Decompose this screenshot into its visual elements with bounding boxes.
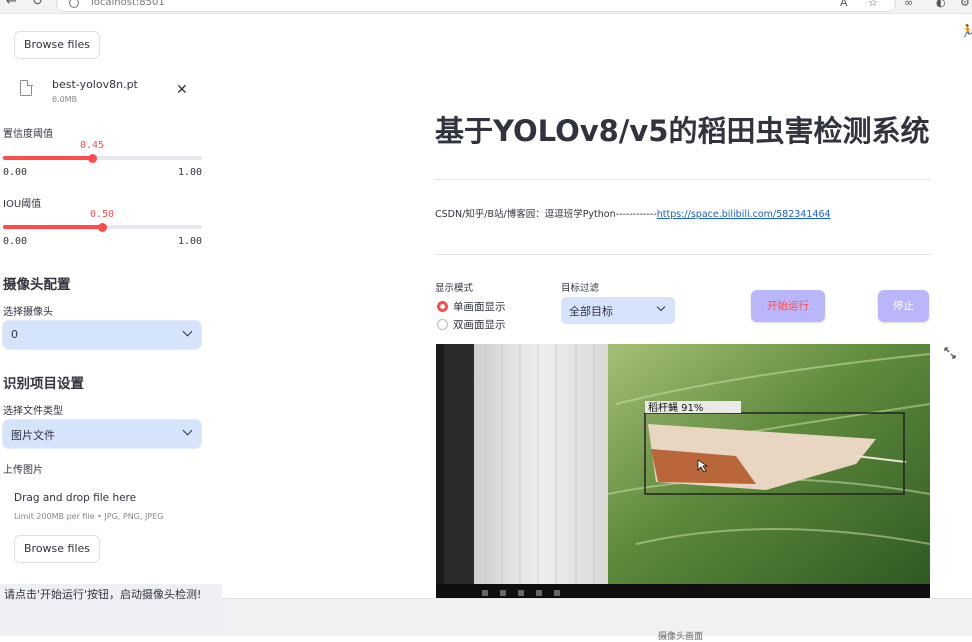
iou-threshold-slider[interactable]	[3, 222, 202, 232]
extensions-icon[interactable]: ∞	[904, 0, 913, 9]
conf-threshold-value: 0.45	[80, 140, 105, 151]
target-filter-value: 全部目标	[569, 305, 613, 318]
radio-dual-view[interactable]	[437, 319, 448, 330]
file-size: 6.0MB	[52, 95, 78, 104]
radio-dual-view-label[interactable]: 双画面显示	[453, 317, 506, 332]
radio-single-view[interactable]	[437, 301, 448, 312]
file-type-label: 选择文件类型	[3, 406, 63, 417]
profile-icon[interactable]: ◐	[936, 0, 946, 9]
caption-bar: 摄像头画面	[222, 598, 972, 642]
slider-max-label: 1.00	[178, 236, 203, 247]
info-alert: 请点击'开始运行'按钮，启动摄像头检测!	[0, 584, 222, 636]
iou-threshold-value: 0.50	[90, 209, 115, 220]
chevron-down-icon	[182, 326, 193, 337]
site-info-icon[interactable]	[69, 0, 79, 8]
dropzone-hint: Limit 200MB per file • JPG, PNG, JPEG	[14, 512, 164, 521]
browser-toolbar: ← ↻ localhost:8501 A ☆ ∞ ◐ ⚙	[0, 0, 972, 14]
camera-image: 稻杆蝇 91%	[436, 344, 930, 622]
slider-thumb[interactable]	[98, 222, 107, 232]
upload-image-label: 上传图片	[3, 465, 43, 476]
recognition-settings-heading: 识别项目设置	[3, 376, 84, 392]
slider-fill	[3, 225, 103, 229]
slider-max-label: 1.00	[178, 167, 203, 178]
iou-threshold-label: IOU阈值	[3, 199, 42, 210]
uploaded-file-item: best-yolov8n.pt 6.0MB ✕	[14, 76, 204, 110]
page-title: 基于YOLOv8/v5的稻田虫害检测系统	[435, 114, 930, 148]
camera-select[interactable]: 0	[3, 321, 201, 349]
camera-config-heading: 摄像头配置	[3, 277, 71, 293]
stop-button[interactable]: 停止	[878, 290, 929, 322]
start-button[interactable]: 开始运行	[751, 290, 825, 322]
favorite-star-icon[interactable]: ☆	[868, 0, 878, 9]
bilibili-link[interactable]: https://space.bilibili.com/582341464	[657, 209, 831, 220]
slider-fill	[3, 156, 93, 160]
close-icon[interactable]: ✕	[176, 82, 188, 98]
read-aloud-icon[interactable]: A	[840, 0, 848, 9]
divider	[435, 254, 931, 255]
chevron-down-icon	[656, 302, 666, 312]
camera-frame: 稻杆蝇 91%	[436, 344, 930, 622]
expand-icon[interactable]	[944, 347, 956, 359]
chevron-down-icon	[182, 425, 193, 436]
conf-threshold-label: 置信度阈值	[3, 129, 53, 140]
browse-image-button[interactable]: Browse files	[14, 535, 101, 563]
address-bar[interactable]: localhost:8501	[56, 0, 896, 12]
file-icon	[20, 79, 33, 96]
slider-min-label: 0.00	[3, 167, 28, 178]
running-man-icon: 🏃	[960, 24, 972, 38]
file-type-select-value: 图片文件	[11, 429, 55, 442]
author-links: CSDN/知乎/B站/博客园：逗逗班学Python------------htt…	[435, 206, 831, 220]
radio-single-view-label[interactable]: 单画面显示	[453, 299, 506, 314]
divider	[435, 179, 931, 180]
refresh-icon[interactable]: ↻	[32, 0, 43, 9]
settings-icon[interactable]: ⚙	[960, 0, 970, 9]
target-filter-label: 目标过滤	[561, 283, 600, 294]
dropzone-title: Drag and drop file here	[14, 492, 137, 504]
slider-min-label: 0.00	[3, 236, 28, 247]
browse-model-button[interactable]: Browse files	[14, 31, 101, 59]
camera-select-value: 0	[11, 328, 18, 341]
target-filter-select[interactable]: 全部目标	[561, 297, 675, 324]
slider-thumb[interactable]	[88, 153, 98, 163]
detection-label: 稻杆蝇 91%	[648, 402, 703, 414]
info-alert-text: 请点击'开始运行'按钮，启动摄像头检测!	[4, 588, 202, 601]
back-icon[interactable]: ←	[6, 0, 17, 9]
file-type-select[interactable]: 图片文件	[3, 420, 201, 448]
address-text: localhost:8501	[91, 0, 165, 8]
display-mode-label: 显示模式	[435, 283, 474, 294]
conf-threshold-slider[interactable]	[3, 153, 202, 163]
camera-select-label: 选择摄像头	[3, 307, 53, 318]
links-prefix: CSDN/知乎/B站/博客园：逗逗班学Python------------	[435, 209, 657, 220]
file-name: best-yolov8n.pt	[52, 78, 138, 91]
